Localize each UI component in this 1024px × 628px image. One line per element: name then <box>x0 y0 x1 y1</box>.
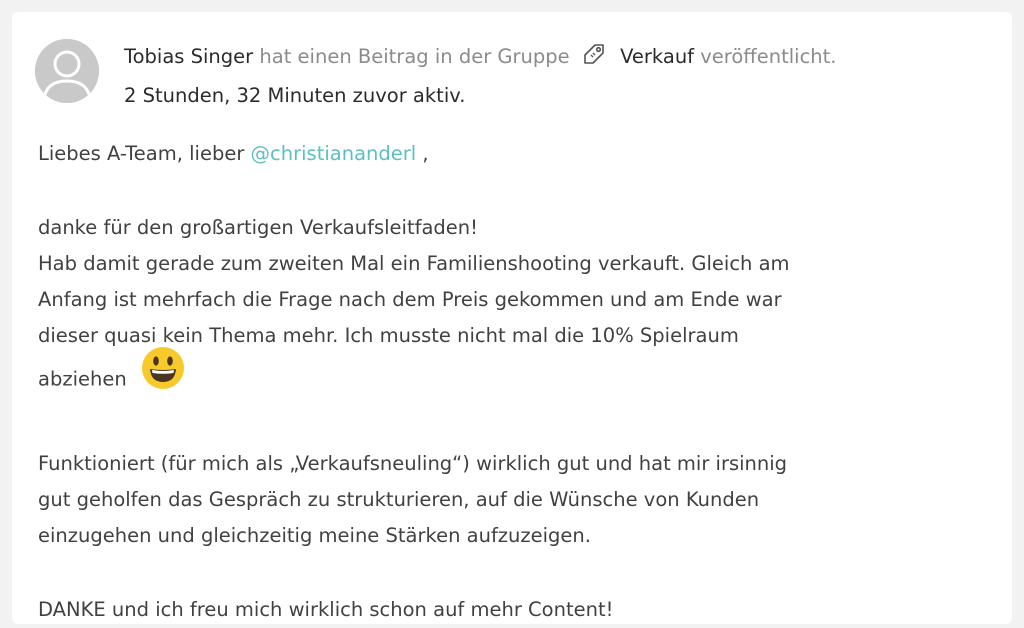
grinning-face-emoji <box>141 346 185 406</box>
activity-timestamp: 2 Stunden, 32 Minuten zuvor aktiv. <box>124 84 466 107</box>
greeting-prefix: Liebes A-Team, lieber <box>38 142 245 165</box>
default-avatar-icon <box>35 39 99 103</box>
paragraph-2: Funktioniert (für mich als „Verkaufsneul… <box>38 446 988 554</box>
para1-line4: dieser quasi kein Thema mehr. Ich musste… <box>38 324 739 347</box>
para2-line2: gut geholfen das Gespräch zu strukturier… <box>38 488 760 511</box>
activity-post-card: Tobias Singer hat einen Beitrag in der G… <box>12 12 1012 624</box>
tag-icon <box>582 42 606 78</box>
greeting-suffix: , <box>416 142 429 165</box>
action-text: hat einen Beitrag in der Gruppe <box>259 45 570 68</box>
author-avatar[interactable] <box>35 39 99 103</box>
para2-line3: einzugehen und gleichzeitig meine Stärke… <box>38 524 591 547</box>
para1-last-line: abziehen <box>38 347 988 406</box>
post-header: Tobias Singer hat einen Beitrag in der G… <box>124 39 1004 114</box>
greeting-line: Liebes A-Team, lieber @christiananderl , <box>38 136 988 172</box>
action-suffix-text: veröffentlicht. <box>700 45 837 68</box>
para1-line5: abziehen <box>38 367 127 391</box>
closing-line: DANKE und ich freu mich wirklich schon a… <box>38 598 614 621</box>
author-name-link[interactable]: Tobias Singer <box>124 45 253 68</box>
post-content: Liebes A-Team, lieber @christiananderl ,… <box>38 136 988 628</box>
para1-line3: Anfang ist mehrfach die Frage nach dem P… <box>38 288 782 311</box>
para2-line1: Funktioniert (für mich als „Verkaufsneul… <box>38 452 788 475</box>
para1-line1: danke für den großartigen Verkaufsleitfa… <box>38 216 478 239</box>
para1-line2: Hab damit gerade zum zweiten Mal ein Fam… <box>38 252 790 275</box>
paragraph-1: danke für den großartigen Verkaufsleitfa… <box>38 210 988 354</box>
group-name-link[interactable]: Verkauf <box>620 45 694 68</box>
mention-link[interactable]: @christiananderl <box>251 142 417 165</box>
post-header-line: Tobias Singer hat einen Beitrag in der G… <box>124 39 1004 78</box>
